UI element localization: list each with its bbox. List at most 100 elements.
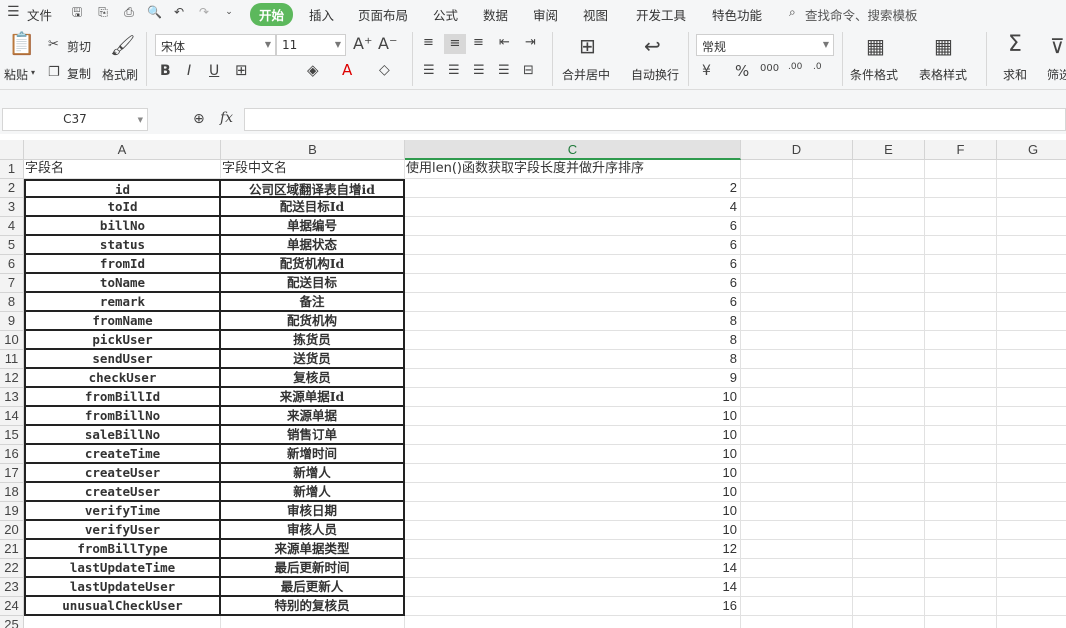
row-header[interactable]: 13	[0, 388, 24, 407]
spreadsheet-grid[interactable]: A B C D E F G 1 字段名 字段中文名 使用len()函数获取字段长度并做升序排序 2 id…	[0, 140, 1066, 628]
row-header[interactable]: 4	[0, 217, 24, 236]
number-format-select[interactable]: 常规 ▼	[696, 34, 834, 56]
table-cell[interactable]: 8	[405, 312, 741, 331]
table-cell[interactable]	[741, 236, 853, 255]
table-cell[interactable]: status	[24, 236, 221, 255]
save-icon[interactable]: 🖫	[70, 5, 84, 19]
table-cell[interactable]: 字段名	[24, 160, 221, 179]
scissors-icon[interactable]: ✂	[48, 38, 59, 51]
table-cell[interactable]	[925, 160, 997, 179]
function-icon[interactable]: fx	[220, 111, 233, 125]
row-header[interactable]: 10	[0, 331, 24, 350]
font-color-icon[interactable]: A	[342, 63, 352, 78]
tab-features[interactable]: 特色功能	[712, 5, 762, 24]
hamburger-menu-icon[interactable]: ☰	[7, 5, 20, 19]
table-cell[interactable]: 6	[405, 236, 741, 255]
table-cell[interactable]: fromName	[24, 312, 221, 331]
copy-icon[interactable]: ❐	[48, 66, 60, 79]
redo-icon[interactable]: ↷	[197, 5, 211, 19]
table-cell[interactable]: verifyTime	[24, 502, 221, 521]
table-cell[interactable]: 单据状态	[221, 236, 405, 255]
table-cell[interactable]	[741, 540, 853, 559]
merge-center-button[interactable]: 合并居中	[562, 66, 610, 83]
table-cell[interactable]	[925, 445, 997, 464]
table-cell[interactable]	[853, 597, 925, 616]
table-cell[interactable]	[925, 578, 997, 597]
table-cell[interactable]	[741, 369, 853, 388]
table-cell[interactable]: 新增时间	[221, 445, 405, 464]
decrease-font-icon[interactable]: A⁻	[378, 36, 397, 52]
border-icon[interactable]: ⊞	[235, 63, 248, 78]
table-cell[interactable]	[853, 540, 925, 559]
indent-icon[interactable]: ⇥	[525, 36, 536, 49]
conditional-format-button[interactable]: 条件格式	[850, 66, 898, 83]
tab-review[interactable]: 审阅	[533, 5, 558, 24]
table-cell[interactable]	[925, 350, 997, 369]
row-header[interactable]: 20	[0, 521, 24, 540]
table-cell[interactable]: createUser	[24, 483, 221, 502]
table-cell[interactable]	[741, 483, 853, 502]
row-header[interactable]: 19	[0, 502, 24, 521]
table-cell[interactable]: 16	[405, 597, 741, 616]
table-cell[interactable]: 2	[405, 179, 741, 198]
table-cell[interactable]	[853, 293, 925, 312]
cut-button[interactable]: 剪切	[67, 38, 91, 55]
table-cell[interactable]	[925, 597, 997, 616]
table-cell[interactable]: 配货机构	[221, 312, 405, 331]
table-cell[interactable]: 14	[405, 559, 741, 578]
table-cell[interactable]	[925, 217, 997, 236]
table-cell[interactable]: unusualCheckUser	[24, 597, 221, 616]
table-style-icon[interactable]: ▦	[934, 36, 953, 56]
justify-icon[interactable]: ☰	[498, 64, 510, 77]
table-cell[interactable]: 使用len()函数获取字段长度并做升序排序	[405, 160, 741, 179]
table-cell[interactable]	[741, 578, 853, 597]
table-cell[interactable]	[925, 464, 997, 483]
row-header[interactable]: 1	[0, 160, 24, 179]
table-cell[interactable]	[853, 388, 925, 407]
increase-font-icon[interactable]: A⁺	[353, 36, 372, 52]
row-header[interactable]: 11	[0, 350, 24, 369]
table-cell[interactable]	[741, 255, 853, 274]
table-cell[interactable]: lastUpdateTime	[24, 559, 221, 578]
tab-page-layout[interactable]: 页面布局	[358, 5, 408, 24]
row-header[interactable]: 23	[0, 578, 24, 597]
table-cell[interactable]: 复核员	[221, 369, 405, 388]
table-cell[interactable]	[997, 217, 1066, 236]
table-cell[interactable]	[925, 198, 997, 217]
table-cell[interactable]	[741, 217, 853, 236]
decrease-decimal-icon[interactable]: .0	[813, 63, 822, 72]
table-cell[interactable]	[221, 616, 405, 628]
table-cell[interactable]	[853, 445, 925, 464]
table-cell[interactable]	[741, 198, 853, 217]
paste-icon[interactable]: 📋	[8, 34, 35, 56]
table-cell[interactable]	[925, 502, 997, 521]
column-header-c[interactable]: C	[405, 140, 741, 160]
table-cell[interactable]: 10	[405, 483, 741, 502]
table-cell[interactable]	[741, 426, 853, 445]
row-header[interactable]: 18	[0, 483, 24, 502]
table-cell[interactable]: 6	[405, 217, 741, 236]
table-cell[interactable]: 送货员	[221, 350, 405, 369]
table-cell[interactable]: 审核人员	[221, 521, 405, 540]
row-header[interactable]: 16	[0, 445, 24, 464]
format-painter-icon[interactable]: 🖌	[110, 35, 135, 55]
font-size-select[interactable]: 11 ▼	[276, 34, 346, 56]
table-cell[interactable]	[853, 464, 925, 483]
row-header[interactable]: 12	[0, 369, 24, 388]
table-cell[interactable]	[997, 578, 1066, 597]
table-cell[interactable]	[925, 388, 997, 407]
table-cell[interactable]	[741, 312, 853, 331]
table-style-button[interactable]: 表格样式	[919, 66, 967, 83]
table-cell[interactable]	[741, 293, 853, 312]
align-bottom-icon[interactable]: ≡	[473, 36, 484, 49]
table-cell[interactable]	[997, 179, 1066, 198]
table-cell[interactable]: 备注	[221, 293, 405, 312]
table-cell[interactable]	[853, 426, 925, 445]
table-cell[interactable]: 特别的复核员	[221, 597, 405, 616]
row-header[interactable]: 5	[0, 236, 24, 255]
table-cell[interactable]	[741, 407, 853, 426]
tab-developer[interactable]: 开发工具	[636, 5, 686, 24]
table-cell[interactable]	[997, 540, 1066, 559]
table-cell[interactable]	[997, 255, 1066, 274]
table-cell[interactable]	[925, 179, 997, 198]
